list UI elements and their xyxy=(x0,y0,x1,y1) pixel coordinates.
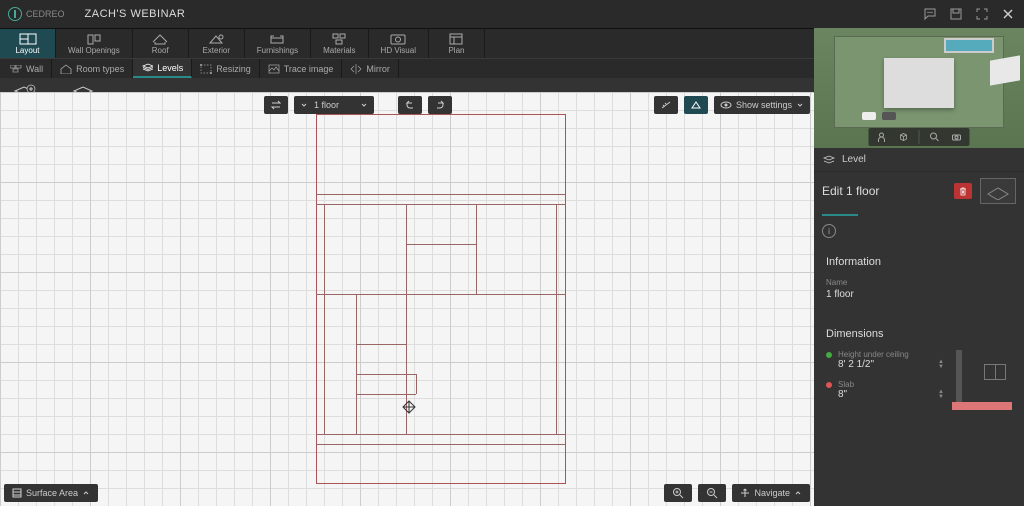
height-input[interactable]: 8' 2 1/2" xyxy=(838,359,932,370)
zoom-in-button[interactable] xyxy=(664,484,692,502)
canvas[interactable]: 1 floor Show settings Surface Area Navig… xyxy=(0,92,814,506)
name-label: Name xyxy=(826,278,1012,287)
subtab-wall[interactable]: Wall xyxy=(2,59,52,78)
close-icon[interactable] xyxy=(1000,6,1016,22)
preview-zoom-icon[interactable] xyxy=(928,130,942,144)
properties-panel: Level Edit 1 floor i Information Name 1 … xyxy=(814,28,1024,506)
shape-tool[interactable] xyxy=(684,96,708,114)
show-settings-button[interactable]: Show settings xyxy=(714,96,810,114)
surface-area-button[interactable]: Surface Area xyxy=(4,484,98,502)
chat-icon[interactable] xyxy=(922,6,938,22)
project-title: ZACH'S WEBINAR xyxy=(85,8,186,20)
floorplan[interactable] xyxy=(316,114,566,484)
tab-wall-openings[interactable]: Wall Openings xyxy=(56,29,133,58)
preview-cube-icon[interactable] xyxy=(897,130,911,144)
edit-title: Edit 1 floor xyxy=(822,184,946,198)
slab-indicator xyxy=(826,382,832,388)
information-title: Information xyxy=(826,256,1012,268)
measure-tool[interactable] xyxy=(654,96,678,114)
slab-input[interactable]: 8" xyxy=(838,389,932,400)
navigate-button[interactable]: Navigate xyxy=(732,484,810,502)
delete-button[interactable] xyxy=(954,183,972,199)
tab-furnishings[interactable]: Furnishings xyxy=(245,29,311,58)
height-indicator xyxy=(826,352,832,358)
subtab-room-types[interactable]: Room types xyxy=(52,59,133,78)
slab-label: Slab xyxy=(838,380,854,389)
subtab-levels[interactable]: Levels xyxy=(133,59,192,78)
preview-camera-icon[interactable] xyxy=(950,130,964,144)
undo-button[interactable] xyxy=(398,96,422,114)
swap-button[interactable] xyxy=(264,96,288,114)
preview-3d[interactable] xyxy=(814,28,1024,148)
slab-stepper[interactable]: ▲▼ xyxy=(938,390,944,400)
brand-logo: CEDREO xyxy=(8,7,65,21)
floor-selector[interactable]: 1 floor xyxy=(294,96,374,114)
tab-plan[interactable]: Plan xyxy=(429,29,485,58)
fullscreen-icon[interactable] xyxy=(974,6,990,22)
subtab-trace-image[interactable]: Trace image xyxy=(260,59,343,78)
dimension-diagram xyxy=(952,350,1012,410)
level-thumbnail[interactable] xyxy=(980,178,1016,204)
subtab-resizing[interactable]: Resizing xyxy=(192,59,260,78)
tab-roof[interactable]: Roof xyxy=(133,29,189,58)
redo-button[interactable] xyxy=(428,96,452,114)
subtab-mirror[interactable]: Mirror xyxy=(342,59,399,78)
preview-person-icon[interactable] xyxy=(875,130,889,144)
save-icon[interactable] xyxy=(948,6,964,22)
zoom-out-button[interactable] xyxy=(698,484,726,502)
tab-materials[interactable]: Materials xyxy=(311,29,368,58)
height-label: Height under ceiling xyxy=(838,350,909,359)
dimensions-title: Dimensions xyxy=(826,328,1012,340)
level-header: Level xyxy=(814,148,1024,172)
height-stepper[interactable]: ▲▼ xyxy=(938,360,944,370)
tab-hd-visual[interactable]: HD Visual xyxy=(369,29,429,58)
tab-exterior[interactable]: Exterior xyxy=(189,29,245,58)
name-value[interactable]: 1 floor xyxy=(826,289,1012,300)
tab-layout[interactable]: Layout xyxy=(0,29,56,58)
info-icon[interactable]: i xyxy=(822,224,836,238)
